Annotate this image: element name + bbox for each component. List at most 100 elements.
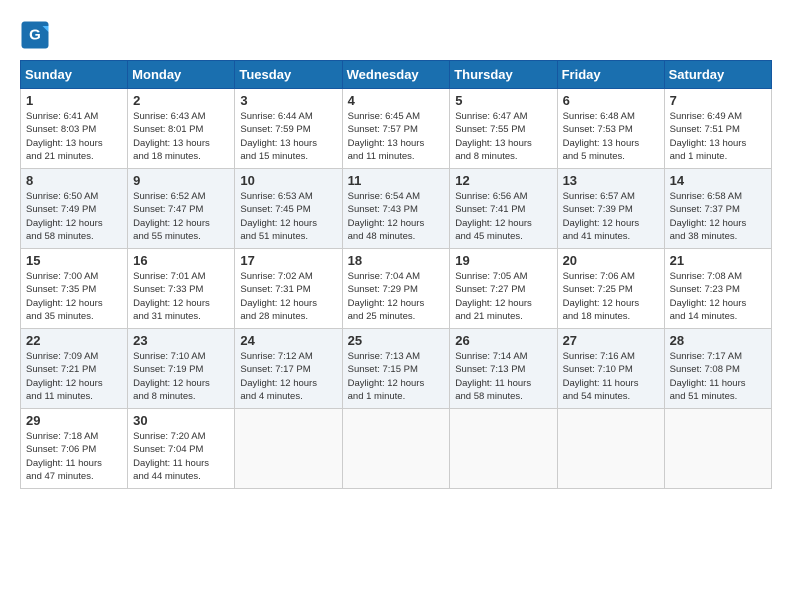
daylight-label: Daylight: 12 hours [670, 218, 747, 229]
day-number: 2 [133, 93, 229, 108]
daylight-detail: and 51 minutes. [240, 231, 308, 242]
day-info: Sunrise: 7:16 AM Sunset: 7:10 PM Dayligh… [563, 350, 659, 403]
day-info: Sunrise: 7:08 AM Sunset: 7:23 PM Dayligh… [670, 270, 766, 323]
sunset-label: Sunset: 7:37 PM [670, 204, 740, 215]
daylight-detail: and 11 minutes. [26, 391, 93, 402]
calendar-cell [235, 409, 342, 489]
day-info: Sunrise: 7:17 AM Sunset: 7:08 PM Dayligh… [670, 350, 766, 403]
calendar-cell: 18 Sunrise: 7:04 AM Sunset: 7:29 PM Dayl… [342, 249, 450, 329]
day-info: Sunrise: 7:14 AM Sunset: 7:13 PM Dayligh… [455, 350, 551, 403]
daylight-label: Daylight: 12 hours [563, 298, 640, 309]
daylight-detail: and 45 minutes. [455, 231, 523, 242]
day-info: Sunrise: 7:18 AM Sunset: 7:06 PM Dayligh… [26, 430, 122, 483]
calendar-cell: 4 Sunrise: 6:45 AM Sunset: 7:57 PM Dayli… [342, 89, 450, 169]
day-info: Sunrise: 7:10 AM Sunset: 7:19 PM Dayligh… [133, 350, 229, 403]
sunset-label: Sunset: 7:29 PM [348, 284, 418, 295]
sunset-label: Sunset: 8:01 PM [133, 124, 203, 135]
daylight-detail: and 1 minute. [670, 151, 728, 162]
calendar-cell: 21 Sunrise: 7:08 AM Sunset: 7:23 PM Dayl… [664, 249, 771, 329]
daylight-detail: and 18 minutes. [133, 151, 201, 162]
day-number: 29 [26, 413, 122, 428]
daylight-label: Daylight: 12 hours [26, 378, 103, 389]
sunrise-label: Sunrise: 6:47 AM [455, 111, 527, 122]
day-info: Sunrise: 7:04 AM Sunset: 7:29 PM Dayligh… [348, 270, 445, 323]
daylight-label: Daylight: 11 hours [26, 458, 102, 469]
sunset-label: Sunset: 7:27 PM [455, 284, 525, 295]
daylight-label: Daylight: 13 hours [133, 138, 210, 149]
daylight-detail: and 41 minutes. [563, 231, 631, 242]
sunset-label: Sunset: 7:04 PM [133, 444, 203, 455]
sunset-label: Sunset: 7:51 PM [670, 124, 740, 135]
day-info: Sunrise: 6:57 AM Sunset: 7:39 PM Dayligh… [563, 190, 659, 243]
calendar-cell: 8 Sunrise: 6:50 AM Sunset: 7:49 PM Dayli… [21, 169, 128, 249]
daylight-label: Daylight: 13 hours [348, 138, 425, 149]
day-info: Sunrise: 7:13 AM Sunset: 7:15 PM Dayligh… [348, 350, 445, 403]
sunrise-label: Sunrise: 7:10 AM [133, 351, 205, 362]
calendar-cell: 1 Sunrise: 6:41 AM Sunset: 8:03 PM Dayli… [21, 89, 128, 169]
calendar-cell: 25 Sunrise: 7:13 AM Sunset: 7:15 PM Dayl… [342, 329, 450, 409]
day-info: Sunrise: 7:20 AM Sunset: 7:04 PM Dayligh… [133, 430, 229, 483]
day-info: Sunrise: 7:09 AM Sunset: 7:21 PM Dayligh… [26, 350, 122, 403]
calendar-cell: 26 Sunrise: 7:14 AM Sunset: 7:13 PM Dayl… [450, 329, 557, 409]
daylight-label: Daylight: 12 hours [133, 218, 210, 229]
sunset-label: Sunset: 7:19 PM [133, 364, 203, 375]
calendar-cell: 19 Sunrise: 7:05 AM Sunset: 7:27 PM Dayl… [450, 249, 557, 329]
sunset-label: Sunset: 7:41 PM [455, 204, 525, 215]
calendar-cell: 16 Sunrise: 7:01 AM Sunset: 7:33 PM Dayl… [128, 249, 235, 329]
weekday-header: Wednesday [342, 61, 450, 89]
calendar-week-row: 8 Sunrise: 6:50 AM Sunset: 7:49 PM Dayli… [21, 169, 772, 249]
daylight-detail: and 8 minutes. [133, 391, 195, 402]
sunset-label: Sunset: 7:49 PM [26, 204, 96, 215]
sunset-label: Sunset: 7:31 PM [240, 284, 310, 295]
sunset-label: Sunset: 7:33 PM [133, 284, 203, 295]
day-info: Sunrise: 6:52 AM Sunset: 7:47 PM Dayligh… [133, 190, 229, 243]
sunrise-label: Sunrise: 7:09 AM [26, 351, 98, 362]
sunrise-label: Sunrise: 7:04 AM [348, 271, 420, 282]
daylight-detail: and 28 minutes. [240, 311, 308, 322]
daylight-detail: and 47 minutes. [26, 471, 94, 482]
calendar-cell: 28 Sunrise: 7:17 AM Sunset: 7:08 PM Dayl… [664, 329, 771, 409]
day-info: Sunrise: 6:53 AM Sunset: 7:45 PM Dayligh… [240, 190, 336, 243]
daylight-detail: and 35 minutes. [26, 311, 94, 322]
calendar-cell: 30 Sunrise: 7:20 AM Sunset: 7:04 PM Dayl… [128, 409, 235, 489]
day-info: Sunrise: 6:45 AM Sunset: 7:57 PM Dayligh… [348, 110, 445, 163]
weekday-header: Friday [557, 61, 664, 89]
daylight-detail: and 44 minutes. [133, 471, 201, 482]
sunrise-label: Sunrise: 7:05 AM [455, 271, 527, 282]
daylight-label: Daylight: 13 hours [563, 138, 640, 149]
calendar-cell [450, 409, 557, 489]
sunrise-label: Sunrise: 6:44 AM [240, 111, 312, 122]
sunset-label: Sunset: 7:53 PM [563, 124, 633, 135]
daylight-detail: and 5 minutes. [563, 151, 625, 162]
sunrise-label: Sunrise: 6:54 AM [348, 191, 420, 202]
calendar-cell: 29 Sunrise: 7:18 AM Sunset: 7:06 PM Dayl… [21, 409, 128, 489]
sunrise-label: Sunrise: 7:17 AM [670, 351, 742, 362]
calendar-cell: 24 Sunrise: 7:12 AM Sunset: 7:17 PM Dayl… [235, 329, 342, 409]
day-number: 11 [348, 173, 445, 188]
day-info: Sunrise: 7:02 AM Sunset: 7:31 PM Dayligh… [240, 270, 336, 323]
daylight-label: Daylight: 11 hours [563, 378, 639, 389]
sunset-label: Sunset: 7:08 PM [670, 364, 740, 375]
day-info: Sunrise: 7:12 AM Sunset: 7:17 PM Dayligh… [240, 350, 336, 403]
daylight-label: Daylight: 12 hours [348, 378, 425, 389]
sunset-label: Sunset: 7:13 PM [455, 364, 525, 375]
calendar-cell: 9 Sunrise: 6:52 AM Sunset: 7:47 PM Dayli… [128, 169, 235, 249]
sunset-label: Sunset: 7:06 PM [26, 444, 96, 455]
calendar: SundayMondayTuesdayWednesdayThursdayFrid… [20, 60, 772, 489]
day-info: Sunrise: 7:00 AM Sunset: 7:35 PM Dayligh… [26, 270, 122, 323]
day-number: 16 [133, 253, 229, 268]
daylight-label: Daylight: 12 hours [26, 218, 103, 229]
sunrise-label: Sunrise: 7:08 AM [670, 271, 742, 282]
sunrise-label: Sunrise: 7:00 AM [26, 271, 98, 282]
sunrise-label: Sunrise: 7:01 AM [133, 271, 205, 282]
daylight-label: Daylight: 13 hours [455, 138, 532, 149]
day-info: Sunrise: 6:44 AM Sunset: 7:59 PM Dayligh… [240, 110, 336, 163]
daylight-detail: and 11 minutes. [348, 151, 415, 162]
day-number: 9 [133, 173, 229, 188]
calendar-cell: 5 Sunrise: 6:47 AM Sunset: 7:55 PM Dayli… [450, 89, 557, 169]
logo-icon: G [20, 20, 50, 50]
daylight-label: Daylight: 12 hours [455, 298, 532, 309]
daylight-label: Daylight: 12 hours [348, 298, 425, 309]
calendar-cell: 14 Sunrise: 6:58 AM Sunset: 7:37 PM Dayl… [664, 169, 771, 249]
day-number: 18 [348, 253, 445, 268]
